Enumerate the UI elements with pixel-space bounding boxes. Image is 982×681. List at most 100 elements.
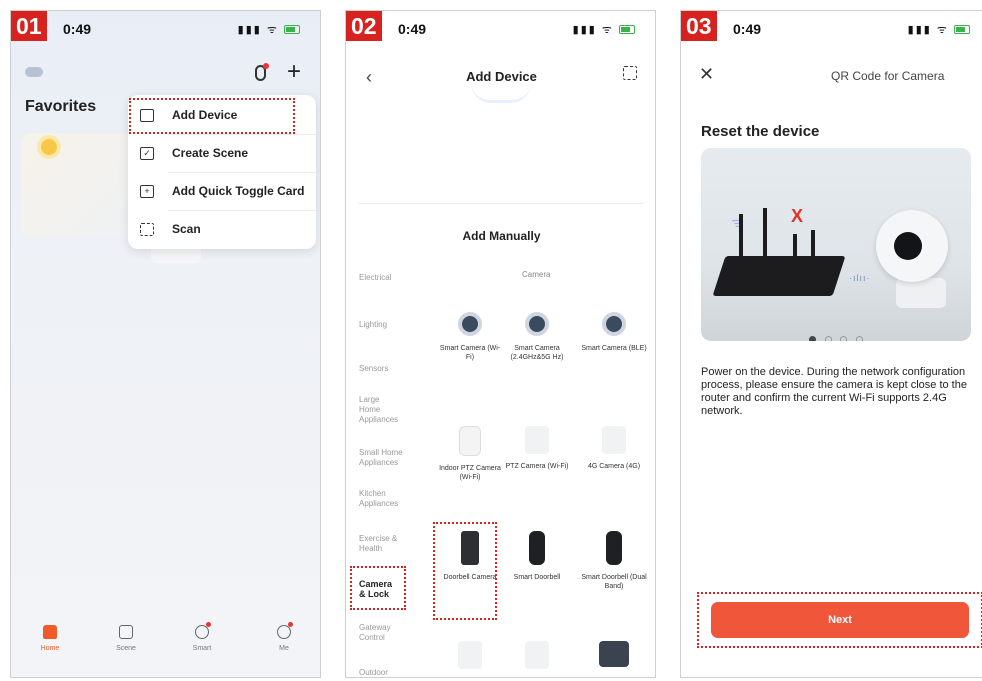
status-time: 0:49 xyxy=(398,21,427,37)
favorites-heading: Favorites xyxy=(25,98,97,115)
device-label: Smart Camera (Wi-Fi) xyxy=(439,345,501,361)
signal-icon: ▮▮▮ xyxy=(237,24,262,36)
category-outdoor-travel[interactable]: Outdoor Travel xyxy=(359,668,403,677)
wifi-icon: ᯤ xyxy=(601,24,614,36)
device-smart-camera-wifi[interactable]: Smart Camera (Wi-Fi) xyxy=(437,312,503,362)
menu-item-create-scene[interactable]: ✓ Create Scene xyxy=(128,135,316,173)
pager-dot[interactable]: 4 xyxy=(855,336,863,341)
category-large-home-appliances[interactable]: Large Home Appliances xyxy=(359,395,403,425)
router-image xyxy=(712,256,846,296)
screen-reset-device: 03 0:49 ▮▮▮ ᯤ ✕ QR Code for Camera Reset… xyxy=(680,10,982,678)
status-time: 0:49 xyxy=(733,21,762,37)
close-icon[interactable]: ✕ xyxy=(699,64,714,85)
device-label: 4G Camera (4G) xyxy=(587,463,641,470)
device-label: Smart Camera (BLE) xyxy=(581,345,647,352)
page-title: QR Code for Camera xyxy=(831,69,945,83)
tab-scene[interactable]: Scene xyxy=(101,625,151,652)
scan-icon xyxy=(140,223,154,236)
instructions-text: Power on the device. During the network … xyxy=(701,366,967,417)
category-kitchen-appliances[interactable]: Kitchen Appliances xyxy=(359,489,409,509)
pager-dot[interactable]: 2 xyxy=(824,336,832,341)
hub-icon xyxy=(525,641,549,669)
menu-item-add-quick-toggle-card[interactable]: + Add Quick Toggle Card xyxy=(128,173,316,211)
device-ptz-camera[interactable]: PTZ Camera (Wi-Fi) xyxy=(504,426,570,471)
tab-label: Smart xyxy=(192,645,212,652)
4g-camera-icon xyxy=(602,426,626,454)
battery-icon xyxy=(954,25,970,34)
tab-label: Me xyxy=(279,645,289,652)
battery-icon xyxy=(619,25,635,34)
create-scene-icon: ✓ xyxy=(140,147,154,160)
category-exercise-health[interactable]: Exercise & Health xyxy=(359,534,403,554)
camera-icon xyxy=(458,312,482,336)
status-icons: ▮▮▮ ᯤ xyxy=(238,22,300,37)
category-gateway-control[interactable]: Gateway Control xyxy=(359,623,403,643)
pager-dot[interactable]: 1 xyxy=(809,336,817,341)
smart-icon xyxy=(195,625,209,639)
reset-illustration: ᯤ X ·ılıı· 1 2 3 4 xyxy=(701,148,971,341)
doorbell-icon xyxy=(529,531,545,565)
category-lighting[interactable]: Lighting xyxy=(359,320,419,330)
signal-icon: ▮▮▮ xyxy=(907,24,932,36)
device-smart-camera-dualband[interactable]: Smart Camera (2.4GHz&5G Hz) xyxy=(504,312,570,362)
menu-item-label: Scan xyxy=(172,222,201,236)
sound-wave-icon: ·ılıı· xyxy=(849,273,871,283)
pager: 1 2 3 4 xyxy=(701,324,971,341)
wifi-icon: ᯤ xyxy=(266,24,279,36)
device-4g-camera[interactable]: 4G Camera (4G) xyxy=(581,426,647,471)
category-small-home-appliances[interactable]: Small Home Appliances xyxy=(359,448,411,468)
cloud-icon[interactable] xyxy=(25,67,43,77)
device-floodlight-camera[interactable] xyxy=(437,641,503,669)
tab-smart[interactable]: Smart xyxy=(177,622,227,652)
sun-icon xyxy=(41,139,57,155)
floodlight-camera-icon xyxy=(458,641,482,669)
me-icon xyxy=(277,625,291,639)
device-label: Smart Doorbell xyxy=(513,574,561,581)
camera-icon xyxy=(525,312,549,336)
tab-home[interactable]: Home xyxy=(25,625,75,652)
device-label: Smart Camera (2.4GHz&5G Hz) xyxy=(510,345,564,361)
highlight-box xyxy=(129,98,295,134)
category-electrical[interactable]: Electrical xyxy=(359,273,419,283)
device-smart-doorbell-dual-band[interactable]: Smart Doorbell (Dual Band) xyxy=(581,531,647,591)
device-smart-doorbell[interactable]: Smart Doorbell xyxy=(504,531,570,582)
scan-icon[interactable] xyxy=(623,66,637,80)
device-smart-camera-ble[interactable]: Smart Camera (BLE) xyxy=(581,312,647,353)
menu-item-scan[interactable]: Scan xyxy=(128,211,316,249)
subsection-label: Camera xyxy=(522,270,551,279)
status-icons: ▮▮▮ ᯤ xyxy=(908,22,970,37)
tab-me[interactable]: Me xyxy=(259,622,309,652)
tab-label: Scene xyxy=(116,645,136,652)
tab-label: Home xyxy=(40,645,60,652)
highlight-box xyxy=(697,592,982,648)
scene-icon xyxy=(119,625,133,639)
device-label: Indoor PTZ Camera (Wi-Fi) xyxy=(439,465,501,481)
pager-dot[interactable]: 3 xyxy=(840,336,848,341)
screen-add-device: 02 0:49 ▮▮▮ ᯤ ‹ Add Device Add Manually … xyxy=(345,10,656,678)
device-gateway[interactable] xyxy=(581,641,647,667)
red-x-icon: X xyxy=(791,206,804,226)
doorbell-icon xyxy=(606,531,622,565)
ptz-camera-icon xyxy=(459,426,481,456)
notification-dot xyxy=(206,622,211,627)
scanning-arc xyxy=(471,83,531,103)
category-sensors[interactable]: Sensors xyxy=(359,364,419,374)
step-badge: 02 xyxy=(346,11,382,41)
notification-dot xyxy=(288,622,293,627)
reset-heading: Reset the device xyxy=(701,123,820,140)
home-icon xyxy=(43,625,57,639)
device-indoor-ptz-camera[interactable]: Indoor PTZ Camera (Wi-Fi) xyxy=(437,426,503,482)
step-badge: 01 xyxy=(11,11,47,41)
add-card-icon: + xyxy=(140,185,154,198)
gateway-icon xyxy=(599,641,629,667)
device-hub[interactable] xyxy=(504,641,570,669)
highlight-box xyxy=(433,522,497,620)
add-icon[interactable]: + xyxy=(287,58,301,86)
status-time: 0:49 xyxy=(63,21,92,37)
ptz-camera-icon xyxy=(525,426,549,454)
wifi-icon: ᯤ xyxy=(936,24,949,36)
device-label: Smart Doorbell (Dual Band) xyxy=(581,574,647,590)
signal-icon: ▮▮▮ xyxy=(572,24,597,36)
menu-item-label: Create Scene xyxy=(172,146,249,160)
tab-bar: Home Scene Smart Me xyxy=(11,615,320,677)
